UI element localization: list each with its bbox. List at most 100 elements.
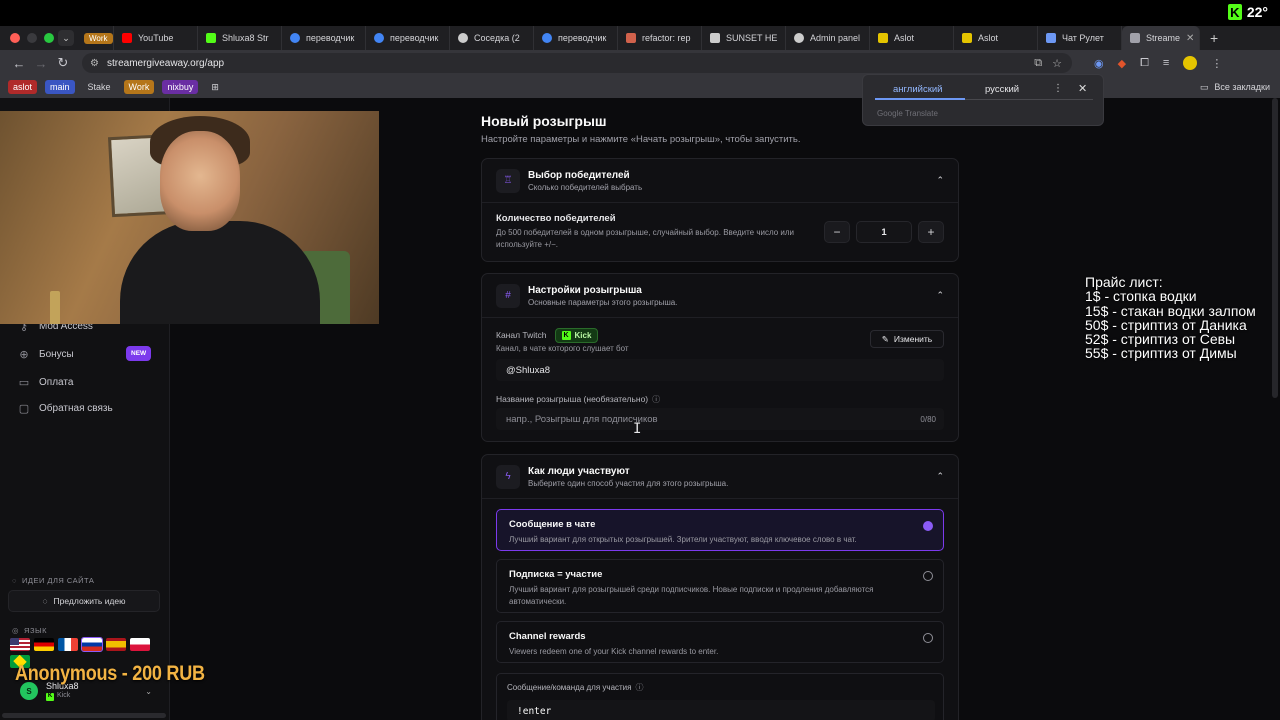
info-icon[interactable]: ⓘ: [652, 394, 660, 405]
puzzle-icon[interactable]: ⧠: [1140, 57, 1149, 70]
suggest-idea-button[interactable]: ◌ Предложить идею: [8, 590, 160, 612]
tab-kick-stream[interactable]: Shluxa8 Str: [198, 26, 282, 50]
flag-ru-icon[interactable]: [81, 637, 103, 652]
vertical-scrollbar[interactable]: [1272, 98, 1278, 398]
chevron-up-icon[interactable]: ⌃: [936, 175, 944, 186]
url-field[interactable]: ⚙ streamergiveaway.org/app ⧉ ☆: [82, 53, 1072, 73]
channel-help: Канал, в чате которого слушает бот: [496, 344, 629, 353]
command-input[interactable]: !enter: [507, 700, 935, 720]
sidebar-item-feedback[interactable]: ▢ Обратная связь: [18, 402, 113, 415]
decrement-button[interactable]: −: [824, 221, 850, 243]
change-channel-button[interactable]: ✎ Изменить: [870, 330, 944, 348]
participation-card-header[interactable]: ϟ Как люди участвуют Выберите один спосо…: [482, 455, 958, 499]
maximize-window-button[interactable]: [44, 33, 54, 43]
youtube-icon: [122, 33, 132, 43]
ideas-heading: ◌ ИДЕИ ДЛЯ САЙТА: [12, 576, 94, 585]
tab-group-work[interactable]: Work: [80, 26, 114, 50]
increment-button[interactable]: +: [918, 221, 944, 243]
giveaway-name-input[interactable]: напр., Розыгрыш для подписчиков 0/80: [496, 408, 944, 430]
target-language-tab[interactable]: русский: [985, 84, 1019, 95]
pencil-icon: ✎: [881, 333, 889, 344]
browser-tab-bar: ⌄ Work YouTube Shluxa8 Str переводчик пе…: [0, 26, 1280, 50]
tab-search-button[interactable]: ⌄: [58, 30, 74, 46]
tab-refactor[interactable]: refactor: rep: [618, 26, 702, 50]
tab-youtube[interactable]: YouTube: [114, 26, 198, 50]
flag-es-icon[interactable]: [106, 638, 126, 651]
forward-button[interactable]: →: [30, 56, 52, 71]
new-tab-button[interactable]: +: [1210, 30, 1218, 46]
close-window-button[interactable]: [10, 33, 20, 43]
flag-fr-icon[interactable]: [58, 638, 78, 651]
winners-card-header[interactable]: ♖ Выбор победителей Сколько победителей …: [482, 159, 958, 203]
card-title: Выбор победителей: [528, 169, 630, 181]
close-icon[interactable]: ✕: [1078, 82, 1087, 95]
close-tab-icon[interactable]: ✕: [1186, 33, 1194, 44]
active-tab-indicator: [875, 98, 965, 100]
aslot-icon: [878, 33, 888, 43]
tab-aslot-2[interactable]: Aslot: [954, 26, 1038, 50]
option-desc: Viewers redeem one of your Kick channel …: [509, 647, 719, 656]
radio-unselected[interactable]: [923, 571, 933, 581]
channel-field[interactable]: @Shluxa8: [496, 359, 944, 381]
text-cursor-icon: I: [633, 421, 642, 437]
tab-sunset[interactable]: SUNSET HE: [702, 26, 786, 50]
tab-streamergiveaway[interactable]: Streame ✕: [1122, 26, 1200, 50]
tab-sosedka[interactable]: Соседка (2: [450, 26, 534, 50]
option-chat-message[interactable]: Сообщение в чате Лучший вариант для откр…: [496, 509, 944, 551]
tab-admin-panel[interactable]: Admin panel: [786, 26, 870, 50]
tab-translator-3[interactable]: переводчик: [534, 26, 618, 50]
kick-icon: K: [46, 692, 54, 701]
bookmark-nixbuy[interactable]: nixbuy: [162, 80, 199, 94]
tab-translator-1[interactable]: переводчик: [282, 26, 366, 50]
channel-label: Канал Twitch: [496, 330, 547, 341]
all-bookmarks-button[interactable]: ▭ Все закладки: [1200, 82, 1270, 93]
bookmark-stake[interactable]: Stake: [83, 80, 116, 94]
option-desc: Лучший вариант для розыгрышей среди подп…: [509, 585, 874, 606]
bookmark-aslot[interactable]: aslot: [8, 80, 38, 94]
globe-icon: [794, 33, 804, 43]
source-language-tab[interactable]: английский: [893, 84, 942, 95]
lightbulb-icon: ◌: [42, 596, 48, 606]
user-platform-text: Kick: [57, 692, 71, 700]
winner-count-input[interactable]: 1: [856, 221, 912, 243]
name-label: Название розыгрыша (необязательно): [496, 394, 649, 404]
chevron-up-icon[interactable]: ⌃: [936, 471, 944, 482]
tab-chat-roulette[interactable]: Чат Рулет: [1038, 26, 1122, 50]
flag-de-icon[interactable]: [34, 638, 54, 651]
apps-grid-icon[interactable]: ⊞: [206, 80, 224, 95]
page-title: Новый розыгрыш: [481, 113, 607, 129]
sidebar-item-bonuses[interactable]: ⊕ Бонусы: [18, 348, 73, 361]
horizontal-scrollbar[interactable]: [2, 713, 166, 718]
minimize-window-button[interactable]: [27, 33, 37, 43]
translate-icon[interactable]: ⧉: [1034, 57, 1042, 70]
bookmark-star-icon[interactable]: ☆: [1052, 57, 1062, 70]
os-menu-bar: K 22°: [0, 0, 1280, 26]
settings-card-header[interactable]: # Настройки розыгрыша Основные параметры…: [482, 274, 958, 318]
flag-pl-icon[interactable]: [130, 638, 150, 651]
bookmark-work[interactable]: Work: [123, 80, 155, 94]
tab-translator-2[interactable]: переводчик: [366, 26, 450, 50]
chevron-up-icon[interactable]: ⌃: [936, 290, 944, 301]
sidebar-item-payment[interactable]: ▭ Оплата: [18, 376, 74, 389]
extension-icon[interactable]: ◆: [1118, 57, 1126, 70]
more-options-icon[interactable]: ⋮: [1053, 83, 1063, 94]
extension-icon[interactable]: ◉: [1094, 57, 1104, 70]
site-info-icon[interactable]: ⚙: [90, 58, 99, 69]
radio-selected[interactable]: [923, 521, 933, 531]
price-list-overlay: Прайс лист: 1$ - стопка водки 15$ - стак…: [1085, 275, 1256, 361]
option-subscription[interactable]: Подписка = участие Лучший вариант для ро…: [496, 559, 944, 613]
profile-avatar[interactable]: [1183, 56, 1198, 70]
translate-popup: английский русский ⋮ ✕ Google Translate: [862, 74, 1104, 126]
back-button[interactable]: ←: [8, 56, 30, 71]
flag-us-icon[interactable]: [10, 638, 30, 651]
tab-aslot-1[interactable]: Aslot: [870, 26, 954, 50]
bookmark-main[interactable]: main: [45, 80, 75, 94]
info-icon[interactable]: ⓘ: [635, 682, 643, 693]
reading-list-icon[interactable]: ≡: [1163, 57, 1169, 69]
menu-icon[interactable]: ⋮: [1211, 57, 1222, 70]
radio-unselected[interactable]: [923, 633, 933, 643]
tab-label: Aslot: [978, 33, 999, 43]
option-channel-rewards[interactable]: Channel rewards Viewers redeem one of yo…: [496, 621, 944, 663]
participation-card: ϟ Как люди участвуют Выберите один спосо…: [481, 454, 959, 720]
reload-button[interactable]: ↻: [52, 55, 74, 71]
